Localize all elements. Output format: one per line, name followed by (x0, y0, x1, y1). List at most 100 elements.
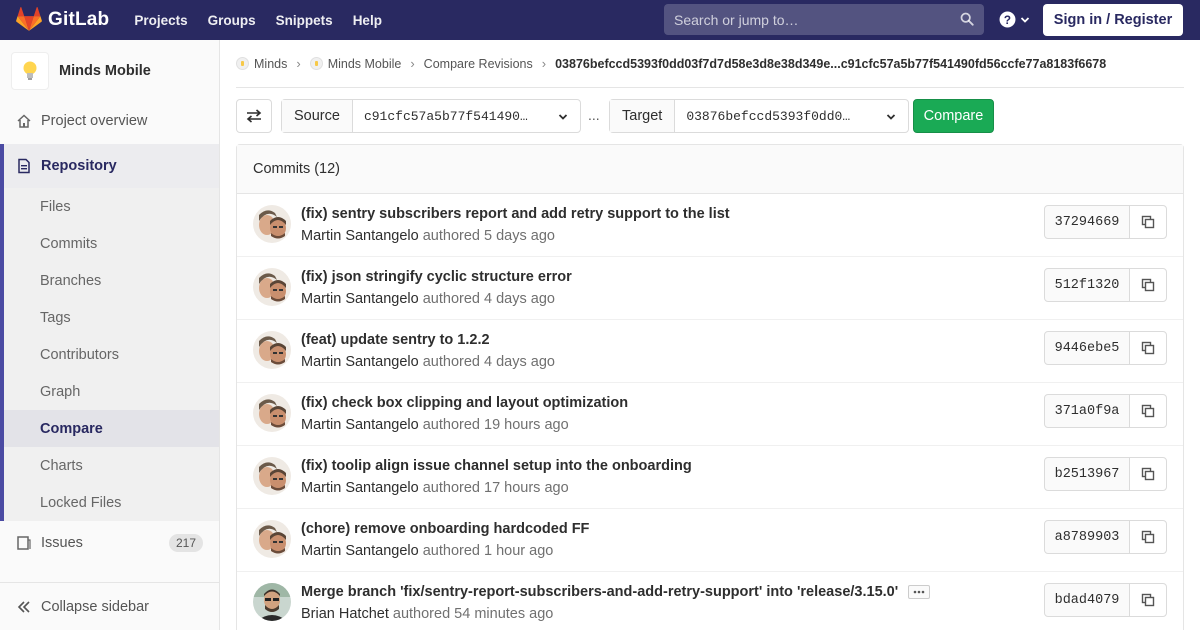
author-avatar[interactable] (253, 205, 291, 243)
sidebar-subitem-commits[interactable]: Commits (0, 225, 219, 262)
sidebar-item-issues[interactable]: Issues 217 (0, 521, 219, 565)
copy-sha-button[interactable] (1130, 521, 1166, 553)
sidebar-subitem-branches[interactable]: Branches (0, 262, 219, 299)
commit-author[interactable]: Martin Santangelo (301, 543, 419, 559)
commit-sha-button[interactable]: 37294669 (1045, 206, 1130, 238)
commit-time: 19 hours ago (484, 417, 569, 433)
help-dropdown[interactable]: ? (999, 11, 1030, 28)
commit-sha-group: bdad4079 (1044, 583, 1167, 617)
commit-sha-button[interactable]: bdad4079 (1045, 584, 1130, 616)
author-avatar[interactable] (253, 520, 291, 558)
breadcrumb-separator-icon: › (410, 56, 415, 71)
commit-authored-label: authored (422, 228, 480, 244)
commit-title[interactable]: (fix) check box clipping and layout opti… (301, 395, 628, 411)
commit-author[interactable]: Martin Santangelo (301, 228, 419, 244)
commit-sha-button[interactable]: 9446ebe5 (1045, 332, 1130, 364)
commit-title[interactable]: Merge branch 'fix/sentry-report-subscrib… (301, 584, 898, 600)
sidebar-item-repository[interactable]: Repository (0, 144, 219, 188)
commit-sha-button[interactable]: a8789903 (1045, 521, 1130, 553)
breadcrumb-separator-icon: › (541, 56, 547, 71)
breadcrumb-current[interactable]: 03876befccd5393f0dd03f7d7d58e3d8e38d349e… (555, 57, 1106, 71)
search-input[interactable]: Search or jump to… (664, 4, 984, 35)
question-circle-icon: ? (999, 11, 1016, 28)
avatar-photo (253, 457, 291, 495)
sidebar-subitem-graph[interactable]: Graph (0, 373, 219, 410)
commit-time: 54 minutes ago (454, 606, 554, 622)
sidebar-subitem-locked-files[interactable]: Locked Files (0, 484, 219, 521)
copy-sha-button[interactable] (1130, 395, 1166, 427)
copy-sha-button[interactable] (1130, 584, 1166, 616)
copy-icon (1141, 593, 1155, 607)
commit-author[interactable]: Martin Santangelo (301, 354, 419, 370)
sidebar-subitem-compare[interactable]: Compare (0, 410, 219, 447)
nav-groups[interactable]: Groups (208, 13, 256, 28)
compare-button[interactable]: Compare (913, 99, 994, 133)
commit-sha-button[interactable]: b2513967 (1045, 458, 1130, 490)
commit-title[interactable]: (fix) json stringify cyclic structure er… (301, 269, 572, 285)
commits-header: Commits (12) (237, 145, 1183, 194)
project-sidebar: Minds Mobile Project overview Repository… (0, 40, 220, 630)
copy-sha-button[interactable] (1130, 332, 1166, 364)
toggle-commit-description-button[interactable] (908, 585, 931, 599)
commit-row: (fix) check box clipping and layout opti… (237, 383, 1183, 446)
sidebar-subitem-charts[interactable]: Charts (0, 447, 219, 484)
project-avatar (11, 52, 49, 90)
source-revision-select[interactable]: Source c91cfc57a5b77f541490… (281, 99, 581, 133)
author-avatar[interactable] (253, 394, 291, 432)
commit-title[interactable]: (chore) remove onboarding hardcoded FF (301, 521, 589, 537)
copy-sha-button[interactable] (1130, 206, 1166, 238)
lightbulb-icon (23, 61, 37, 80)
chevron-down-icon (1020, 16, 1030, 23)
commit-author[interactable]: Martin Santangelo (301, 291, 419, 307)
breadcrumb-item-minds-mobile[interactable]: Minds Mobile (309, 57, 401, 71)
signin-register-button[interactable]: Sign in / Register (1043, 4, 1183, 36)
commit-title[interactable]: (fix) sentry subscribers report and add … (301, 206, 730, 222)
sidebar-item-label: Project overview (41, 112, 148, 129)
sidebar-project-header[interactable]: Minds Mobile (0, 40, 219, 102)
issues-icon (17, 536, 31, 550)
author-avatar[interactable] (253, 457, 291, 495)
nav-projects[interactable]: Projects (134, 13, 187, 28)
commit-sha-button[interactable]: 371a0f9a (1045, 395, 1130, 427)
commit-sha-group: a8789903 (1044, 520, 1167, 554)
nav-snippets[interactable]: Snippets (276, 13, 333, 28)
gitlab-logo[interactable]: GitLab (16, 0, 109, 40)
sidebar-item-project-overview[interactable]: Project overview (0, 102, 219, 139)
sidebar-subitem-contributors[interactable]: Contributors (0, 336, 219, 373)
double-chevron-left-icon (17, 600, 30, 613)
commit-author[interactable]: Martin Santangelo (301, 480, 419, 496)
project-avatar-icon (309, 57, 323, 70)
copy-sha-button[interactable] (1130, 458, 1166, 490)
target-revision-select[interactable]: Target 03876befccd5393f0dd0… (609, 99, 909, 133)
commit-authored-label: authored (392, 606, 451, 622)
nav-help[interactable]: Help (353, 13, 382, 28)
compare-toolbar: Source c91cfc57a5b77f541490… ... Target … (236, 99, 1184, 133)
collapse-sidebar-label: Collapse sidebar (41, 598, 150, 615)
breadcrumb-item-minds[interactable]: Minds (236, 57, 287, 71)
brand-name: GitLab (48, 9, 110, 30)
author-avatar[interactable] (253, 268, 291, 306)
copy-sha-button[interactable] (1130, 269, 1166, 301)
search-placeholder: Search or jump to… (674, 11, 799, 28)
commit-authored-label: authored (422, 417, 480, 433)
top-navbar: GitLab Projects Groups Snippets Help Sea… (0, 0, 1200, 40)
target-value: 03876befccd5393f0dd0… (675, 100, 908, 132)
chevron-down-icon (558, 114, 568, 120)
commit-time: 4 days ago (484, 354, 555, 370)
commits-list: Commits (12) (fix) sentry subscribers re… (236, 144, 1184, 630)
commit-sha-button[interactable]: 512f1320 (1045, 269, 1130, 301)
breadcrumb-item-compare-revisions[interactable]: Compare Revisions (424, 57, 533, 71)
sidebar-subitem-files[interactable]: Files (0, 188, 219, 225)
commit-title[interactable]: (fix) toolip align issue channel setup i… (301, 458, 692, 474)
sidebar-section-repository: Repository Files Commits Branches Tags C… (0, 144, 219, 521)
commit-author[interactable]: Brian Hatchet (301, 606, 389, 622)
swap-revisions-button[interactable] (236, 99, 272, 133)
collapse-sidebar-button[interactable]: Collapse sidebar (0, 582, 219, 630)
commit-author[interactable]: Martin Santangelo (301, 417, 419, 433)
author-avatar[interactable] (253, 583, 291, 621)
commit-title[interactable]: (feat) update sentry to 1.2.2 (301, 332, 490, 348)
author-avatar[interactable] (253, 331, 291, 369)
commit-row: (feat) update sentry to 1.2.2 Martin San… (237, 320, 1183, 383)
sidebar-subitem-tags[interactable]: Tags (0, 299, 219, 336)
home-icon (17, 113, 31, 128)
